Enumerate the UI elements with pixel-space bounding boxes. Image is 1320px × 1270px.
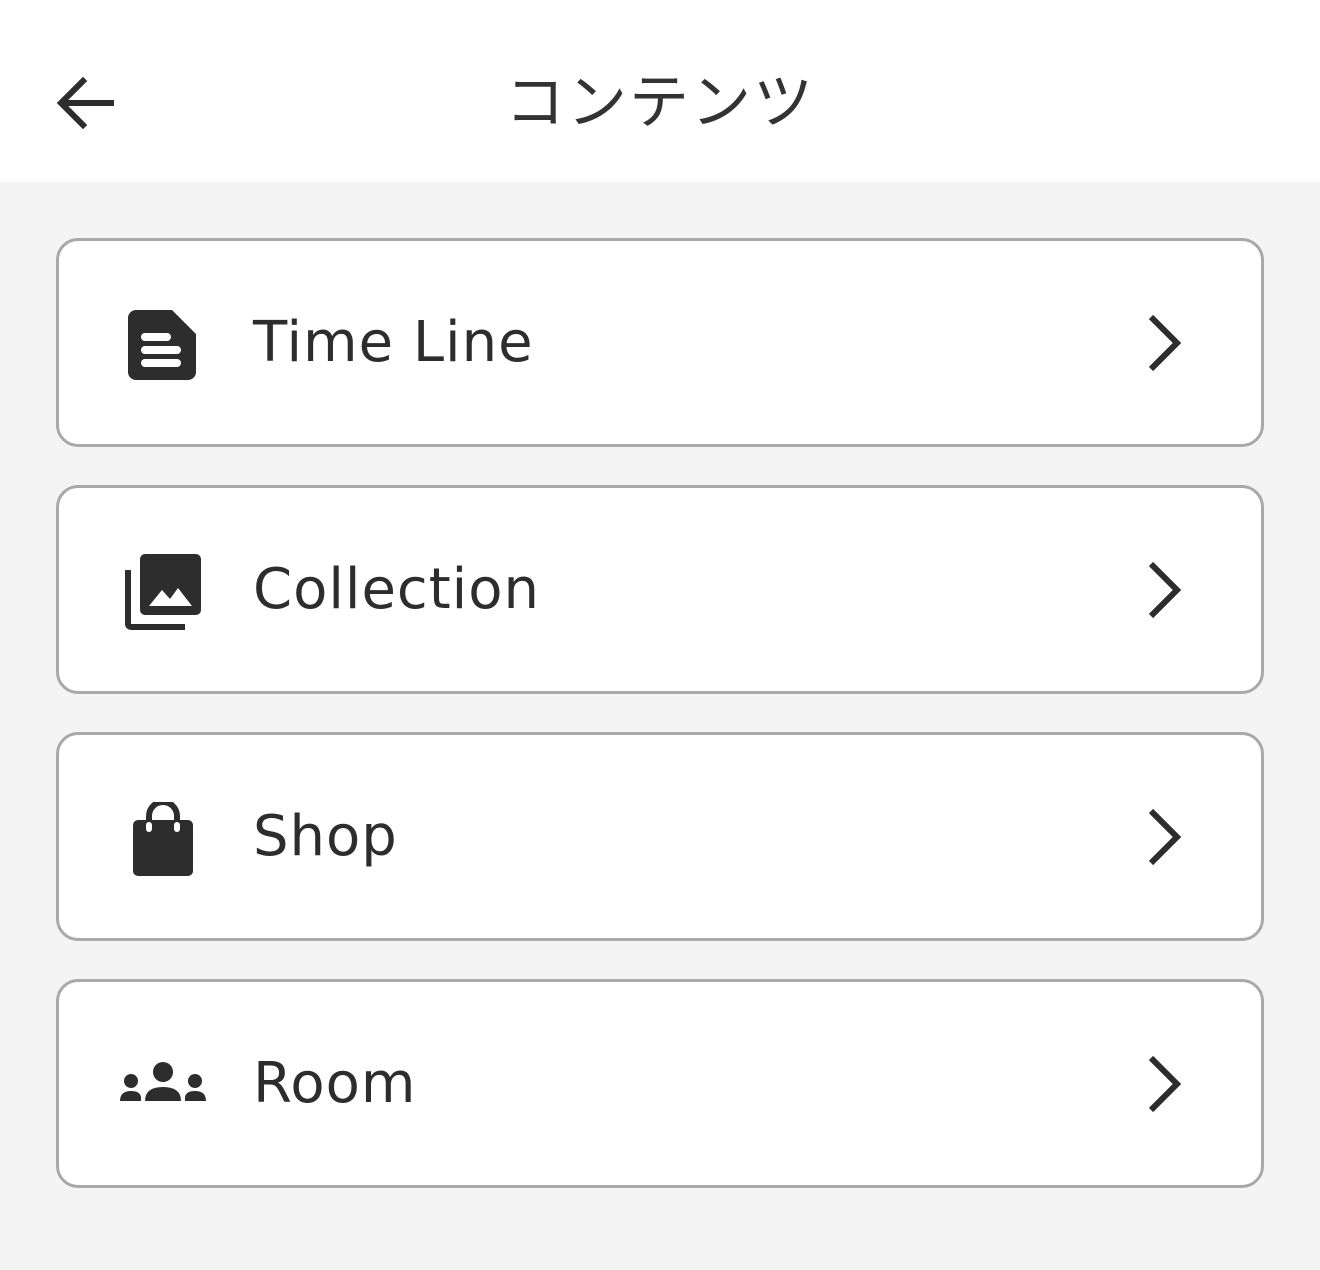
menu-item-room[interactable]: Room [56,979,1264,1188]
chevron-right-icon [1133,311,1197,375]
back-button[interactable] [40,58,130,148]
chevron-right-icon [1133,558,1197,622]
shopping-bag-icon [115,791,211,887]
chevron-right-icon [1133,1052,1197,1116]
menu-item-shop[interactable]: Shop [56,732,1264,941]
chevron-right-icon [1133,805,1197,869]
menu-item-timeline[interactable]: Time Line [56,238,1264,447]
app-header: コンテンツ [0,0,1320,182]
menu-item-label: Room [253,1051,417,1116]
document-icon [115,297,211,393]
photo-library-icon [115,544,211,640]
group-icon [115,1038,211,1134]
menu-item-label: Collection [253,557,540,622]
menu-item-label: Shop [253,804,398,869]
content-menu-list: Time Line Collection Shop Room [56,238,1264,1226]
menu-item-collection[interactable]: Collection [56,485,1264,694]
menu-item-label: Time Line [253,310,534,375]
arrow-left-icon [56,76,114,130]
page-title: コンテンツ [505,68,815,138]
